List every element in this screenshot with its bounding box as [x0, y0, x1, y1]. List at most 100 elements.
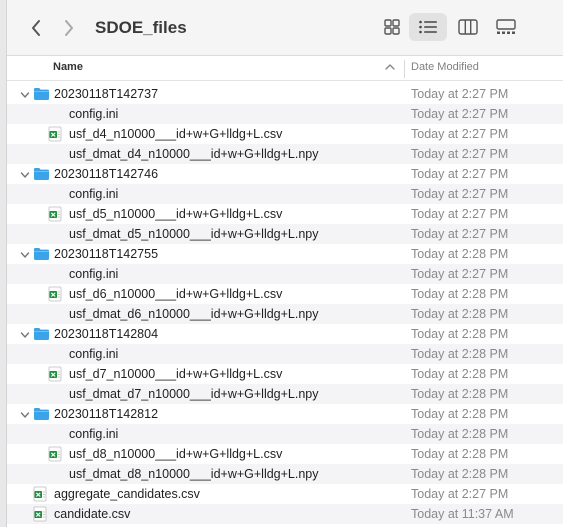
date-modified: Today at 2:27 PM: [411, 207, 509, 221]
disclosure-chevron-down-icon[interactable]: [20, 169, 30, 179]
file-name: 20230118T142812: [54, 407, 159, 421]
date-modified-column-header[interactable]: Date Modified: [411, 61, 479, 73]
date-modified: Today at 2:27 PM: [411, 227, 509, 241]
finder-window: SDOE_files Name Date Modified 20230118T1…: [0, 0, 563, 527]
csv-file-icon: [33, 506, 47, 525]
file-row[interactable]: aggregate_candidates.csv Today at 2:27 PM: [7, 484, 563, 504]
file-name: candidate.csv: [54, 507, 131, 521]
csv-file-icon: [48, 446, 62, 465]
file-name: usf_dmat_d7_n10000___id+w+G+lldg+L.npy: [69, 387, 319, 401]
date-modified: Today at 2:27 PM: [411, 187, 509, 201]
date-modified: Today at 2:28 PM: [411, 407, 509, 421]
sidebar-edge: [0, 0, 7, 527]
file-name: usf_d4_n10000___id+w+G+lldg+L.csv: [69, 127, 283, 141]
file-name: usf_d8_n10000___id+w+G+lldg+L.csv: [69, 447, 283, 461]
file-row[interactable]: usf_dmat_d7_n10000___id+w+G+lldg+L.npy To…: [7, 384, 563, 404]
file-row[interactable]: config.ini Today at 2:28 PM: [7, 424, 563, 444]
disclosure-chevron-down-icon[interactable]: [20, 329, 30, 339]
sort-chevron-up-icon[interactable]: [384, 61, 396, 73]
date-modified: Today at 2:27 PM: [411, 107, 509, 121]
file-name: usf_dmat_d8_n10000___id+w+G+lldg+L.npy: [69, 467, 319, 481]
folder-row[interactable]: 20230118T142746 Today at 2:27 PM: [7, 164, 563, 184]
disclosure-chevron-down-icon[interactable]: [20, 409, 30, 419]
file-row[interactable]: config.ini Today at 2:27 PM: [7, 104, 563, 124]
grid-icon: [384, 19, 400, 35]
file-name: usf_dmat_d4_n10000___id+w+G+lldg+L.npy: [69, 147, 319, 161]
folder-row[interactable]: 20230118T142804 Today at 2:28 PM: [7, 324, 563, 344]
folder-icon: [33, 246, 50, 264]
date-modified: Today at 2:28 PM: [411, 347, 509, 361]
date-modified: Today at 2:27 PM: [411, 487, 509, 501]
file-row[interactable]: usf_d8_n10000___id+w+G+lldg+L.csv Today a…: [7, 444, 563, 464]
file-list: 20230118T142737 Today at 2:27 PM config.in…: [7, 84, 563, 524]
folder-icon: [33, 166, 50, 184]
column-divider[interactable]: [404, 60, 405, 78]
columns-icon: [458, 19, 478, 35]
file-row[interactable]: config.ini Today at 2:28 PM: [7, 344, 563, 364]
file-row[interactable]: usf_d7_n10000___id+w+G+lldg+L.csv Today a…: [7, 364, 563, 384]
folder-icon: [33, 326, 50, 344]
file-name: config.ini: [69, 347, 119, 361]
folder-row[interactable]: 20230118T142812 Today at 2:28 PM: [7, 404, 563, 424]
file-name: aggregate_candidates.csv: [54, 487, 200, 501]
file-row[interactable]: config.ini Today at 2:27 PM: [7, 264, 563, 284]
csv-file-icon: [48, 286, 62, 305]
file-name: config.ini: [69, 107, 119, 121]
forward-button[interactable]: [56, 15, 82, 41]
file-name: usf_dmat_d5_n10000___id+w+G+lldg+L.npy: [69, 227, 319, 241]
back-button[interactable]: [23, 15, 49, 41]
file-row[interactable]: usf_d4_n10000___id+w+G+lldg+L.csv Today a…: [7, 124, 563, 144]
column-view-button[interactable]: [449, 13, 487, 41]
file-name: 20230118T142746: [54, 167, 159, 181]
file-name: usf_d6_n10000___id+w+G+lldg+L.csv: [69, 287, 283, 301]
date-modified: Today at 2:28 PM: [411, 287, 509, 301]
date-modified: Today at 2:28 PM: [411, 327, 509, 341]
file-name: config.ini: [69, 187, 119, 201]
file-name: 20230118T142804: [54, 327, 159, 341]
file-name: 20230118T142737: [54, 87, 159, 101]
date-modified: Today at 2:28 PM: [411, 387, 509, 401]
date-modified: Today at 2:28 PM: [411, 307, 509, 321]
file-name: config.ini: [69, 427, 119, 441]
date-modified: Today at 2:27 PM: [411, 87, 509, 101]
csv-file-icon: [48, 206, 62, 225]
folder-icon: [33, 86, 50, 104]
folder-row[interactable]: 20230118T142755 Today at 2:28 PM: [7, 244, 563, 264]
file-row[interactable]: config.ini Today at 2:27 PM: [7, 184, 563, 204]
file-row[interactable]: candidate.csv Today at 11:37 AM: [7, 504, 563, 524]
date-modified: Today at 2:28 PM: [411, 467, 509, 481]
file-name: usf_dmat_d6_n10000___id+w+G+lldg+L.npy: [69, 307, 319, 321]
icon-view-button[interactable]: [373, 13, 411, 41]
disclosure-chevron-down-icon[interactable]: [20, 249, 30, 259]
list-view-button[interactable]: [409, 13, 447, 41]
file-name: config.ini: [69, 267, 119, 281]
date-modified: Today at 11:37 AM: [411, 507, 514, 521]
date-modified: Today at 2:28 PM: [411, 367, 509, 381]
list-header: Name Date Modified: [7, 57, 563, 81]
folder-row[interactable]: 20230118T142737 Today at 2:27 PM: [7, 84, 563, 104]
date-modified: Today at 2:28 PM: [411, 247, 509, 261]
file-row[interactable]: usf_dmat_d5_n10000___id+w+G+lldg+L.npy To…: [7, 224, 563, 244]
file-name: usf_d5_n10000___id+w+G+lldg+L.csv: [69, 207, 283, 221]
toolbar: SDOE_files: [7, 0, 563, 56]
file-name: usf_d7_n10000___id+w+G+lldg+L.csv: [69, 367, 283, 381]
chevron-right-icon: [65, 20, 73, 36]
file-row[interactable]: usf_dmat_d4_n10000___id+w+G+lldg+L.npy To…: [7, 144, 563, 164]
date-modified: Today at 2:27 PM: [411, 267, 509, 281]
csv-file-icon: [48, 366, 62, 385]
csv-file-icon: [33, 486, 47, 505]
chevron-left-icon: [32, 20, 40, 36]
gallery-view-button[interactable]: [487, 13, 525, 41]
window-title: SDOE_files: [95, 18, 187, 37]
date-modified: Today at 2:28 PM: [411, 447, 509, 461]
date-modified: Today at 2:27 PM: [411, 167, 509, 181]
file-row[interactable]: usf_d6_n10000___id+w+G+lldg+L.csv Today a…: [7, 284, 563, 304]
file-row[interactable]: usf_d5_n10000___id+w+G+lldg+L.csv Today a…: [7, 204, 563, 224]
file-row[interactable]: usf_dmat_d8_n10000___id+w+G+lldg+L.npy To…: [7, 464, 563, 484]
file-name: 20230118T142755: [54, 247, 159, 261]
file-row[interactable]: usf_dmat_d6_n10000___id+w+G+lldg+L.npy To…: [7, 304, 563, 324]
disclosure-chevron-down-icon[interactable]: [20, 89, 30, 99]
date-modified: Today at 2:27 PM: [411, 147, 509, 161]
gallery-icon: [496, 19, 516, 34]
name-column-header[interactable]: Name: [53, 61, 83, 73]
